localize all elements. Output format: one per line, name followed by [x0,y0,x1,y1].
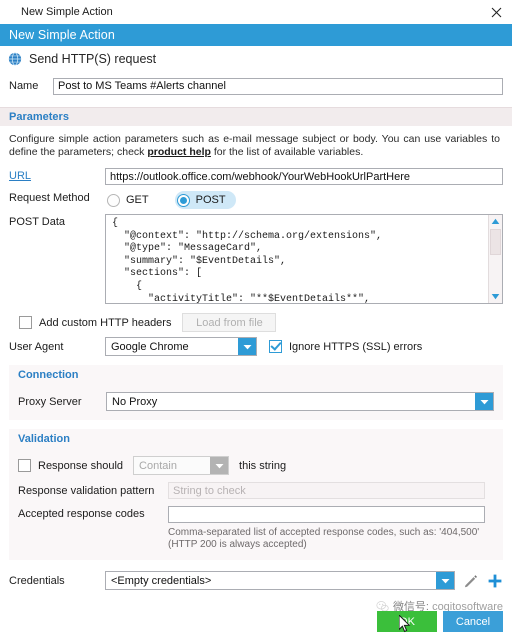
response-condition-dropdown-arrow [210,457,229,474]
radio-post[interactable]: POST [174,191,236,209]
radio-get-circle-icon [107,193,120,207]
user-agent-select[interactable]: Google Chrome [105,337,257,356]
name-input[interactable]: Post to MS Teams #Alerts channel [53,77,503,95]
response-should-tail-label: this string [239,459,287,472]
close-icon [491,7,501,17]
parameters-form: URL https://outlook.office.com/webhook/Y… [0,168,512,356]
user-agent-label: User Agent [9,340,64,353]
scroll-up-button[interactable] [489,215,502,228]
ignore-ssl-checkbox[interactable] [269,340,282,353]
url-input[interactable]: https://outlook.office.com/webhook/YourW… [105,168,503,185]
response-should-checkbox[interactable] [18,459,31,472]
credentials-value: <Empty credentials> [111,574,212,587]
window-titlebar: New Simple Action [0,0,512,24]
action-title-row: Send HTTP(S) request [0,46,512,72]
custom-headers-row: Add custom HTTP headers Load from file [9,313,503,332]
response-should-label: Response should [38,459,124,472]
product-help-link[interactable]: product help [147,146,211,158]
post-data-scrollbar[interactable] [488,215,502,303]
globe-icon [8,52,22,66]
scroll-down-arrow-icon [491,294,500,300]
chevron-down-icon [243,344,251,349]
ignore-ssl-label: Ignore HTTPS (SSL) errors [289,340,423,353]
scroll-down-button[interactable] [489,290,502,303]
spacer-connection [0,356,512,365]
parameters-description: Configure simple action parameters such … [0,126,512,163]
credentials-dropdown-arrow [436,572,454,589]
validation-panel: Validation Response should Contain this … [9,429,503,560]
dialog-footer: OK Cancel [377,611,503,633]
accepted-codes-col: Comma-separated list of accepted respons… [168,506,485,551]
accepted-codes-label: Accepted response codes [18,508,145,520]
radio-post-label: POST [195,194,226,206]
custom-headers-checkbox[interactable] [19,316,32,329]
credentials-label: Credentials [9,574,65,587]
post-data-row: POST Data { "@context": "http://schema.o… [9,214,503,304]
validation-pattern-input[interactable]: String to check [168,482,485,499]
url-row: URL https://outlook.office.com/webhook/Y… [9,168,503,185]
proxy-row: Proxy Server No Proxy [9,392,503,411]
chevron-down-icon [441,578,449,583]
load-from-file-button[interactable]: Load from file [182,313,277,332]
close-button[interactable] [480,0,512,24]
proxy-dropdown-arrow [475,393,493,410]
dialog-banner: New Simple Action [0,24,512,46]
request-method-label: Request Method [9,192,90,204]
url-label[interactable]: URL [9,168,105,182]
validation-header-label: Validation [18,432,70,445]
spacer-params [0,98,512,107]
user-agent-row: User Agent Google Chrome Ignore HTTPS (S… [9,337,503,356]
ok-button[interactable]: OK [377,611,437,632]
chevron-down-icon [480,399,488,404]
custom-headers-label: Add custom HTTP headers [39,316,172,329]
scrollbar-thumb[interactable] [490,229,501,255]
validation-section-header: Validation [9,429,503,448]
accepted-codes-hint: Comma-separated list of accepted respons… [168,527,480,550]
parameters-header-label: Parameters [9,111,69,123]
parameters-section-header: Parameters [0,107,512,126]
request-method-row: Request Method GET POST [9,190,503,209]
response-should-row: Response should Contain this string [9,456,503,475]
proxy-label: Proxy Server [18,395,82,408]
radio-get[interactable]: GET [105,191,159,209]
request-method-radio-group: GET POST [105,190,236,209]
ignore-ssl-wrap: Ignore HTTPS (SSL) errors [269,340,422,353]
response-condition-value: Contain [139,459,177,472]
chevron-down-icon [215,463,224,468]
scroll-up-arrow-icon [491,218,500,224]
response-condition-select[interactable]: Contain [133,456,230,475]
name-label: Name [9,80,39,92]
credentials-row: Credentials <Empty credentials> [0,571,512,590]
spacer-validation [0,420,512,429]
accepted-codes-input[interactable] [168,506,485,523]
cancel-button[interactable]: Cancel [443,611,503,632]
connection-header-label: Connection [18,368,79,381]
post-data-box[interactable]: { "@context": "http://schema.org/extensi… [105,214,503,304]
user-agent-value: Google Chrome [111,340,189,353]
post-data-label: POST Data [9,216,66,228]
radio-post-circle-icon [176,193,190,207]
connection-panel: Connection Proxy Server No Proxy [9,365,503,420]
connection-section-header: Connection [9,365,503,384]
action-title: Send HTTP(S) request [29,52,157,66]
window-title: New Simple Action [21,6,113,18]
accepted-codes-row: Accepted response codes Comma-separated … [9,506,503,551]
description-text-2: for the list of available variables. [210,146,364,158]
proxy-select[interactable]: No Proxy [106,392,494,411]
user-agent-dropdown-arrow [238,338,256,355]
proxy-value: No Proxy [112,395,158,408]
radio-get-label: GET [126,194,149,206]
validation-pattern-label: Response validation pattern [18,484,155,497]
post-data-textarea[interactable]: { "@context": "http://schema.org/extensi… [106,215,488,303]
banner-title: New Simple Action [9,28,115,42]
pencil-icon[interactable] [463,573,479,589]
plus-icon[interactable] [487,573,503,589]
credentials-select[interactable]: <Empty credentials> [105,571,455,590]
name-row: Name Post to MS Teams #Alerts channel [0,74,512,98]
validation-pattern-row: Response validation pattern String to ch… [9,482,503,499]
